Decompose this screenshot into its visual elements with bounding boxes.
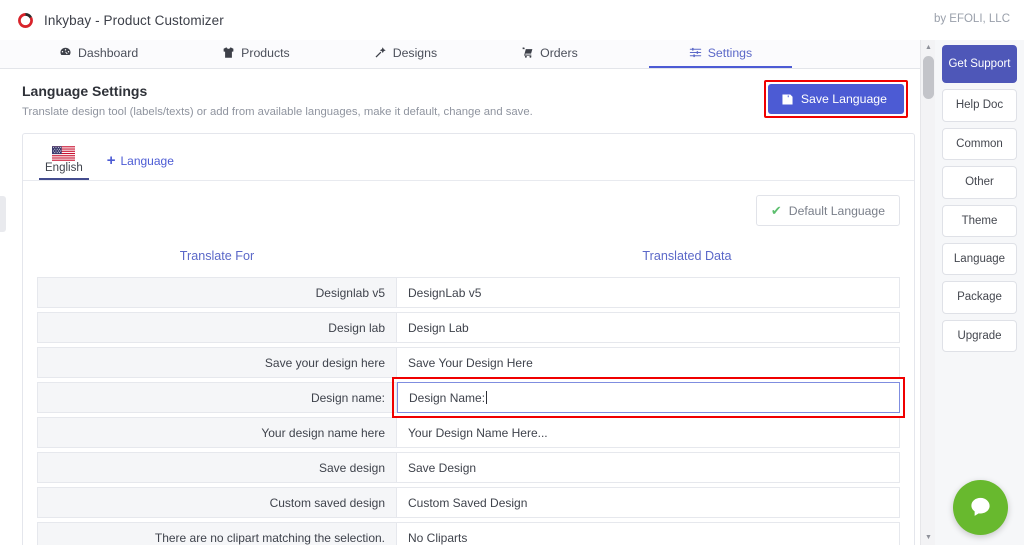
tab-orders-label: Orders xyxy=(540,45,578,60)
floppy-save-icon xyxy=(782,93,793,105)
tab-dashboard[interactable]: Dashboard xyxy=(46,39,151,68)
check-icon: ✔ xyxy=(770,203,782,218)
default-language-button[interactable]: ✔ Default Language xyxy=(755,195,900,226)
row-value-input-focused[interactable]: Design Name: xyxy=(392,377,905,418)
row-value-input[interactable]: Save Your Design Here xyxy=(397,347,900,378)
table-row[interactable]: There are no clipart matching the select… xyxy=(37,522,900,545)
row-key: Save your design here xyxy=(37,347,397,378)
inkybay-swirl-logo-icon xyxy=(18,12,33,28)
page-header: Language Settings Translate design tool … xyxy=(0,69,930,127)
top-bar: Inkybay - Product Customizer by EFOLI, L… xyxy=(0,0,1024,40)
rail-button-common[interactable]: Common xyxy=(942,127,1017,161)
chat-widget-button[interactable] xyxy=(953,480,1008,535)
dashboard-icon xyxy=(60,47,71,56)
add-language-label: Language xyxy=(120,153,174,168)
row-value-input[interactable]: Custom Saved Design xyxy=(397,487,900,518)
scroll-up-arrow-icon[interactable]: ▲ xyxy=(921,40,936,55)
chat-bubble-icon xyxy=(971,497,990,516)
page-title: Language Settings xyxy=(22,83,148,99)
cart-icon xyxy=(522,47,533,58)
row-key: Save design xyxy=(37,452,397,483)
nav-tabs: Dashboard Products Designs Orders Settin… xyxy=(0,39,793,68)
support-rail: Get Support Help Doc Common Other Theme … xyxy=(935,40,1024,545)
main-nav: Dashboard Products Designs Orders Settin… xyxy=(0,40,930,69)
left-edge-handle xyxy=(0,196,6,232)
add-language-button[interactable]: + Language xyxy=(107,153,174,180)
row-key: Designlab v5 xyxy=(37,277,397,308)
save-language-highlight: Save Language xyxy=(763,80,908,118)
row-value-text: Design Name: xyxy=(409,390,486,405)
scrollbar-thumb[interactable] xyxy=(923,56,934,99)
tab-products[interactable]: Products xyxy=(209,39,303,68)
save-language-button[interactable]: Save Language xyxy=(767,84,904,114)
row-value-input[interactable]: Design Lab xyxy=(397,312,900,343)
us-flag-icon xyxy=(52,146,76,161)
translations-table-body: Designlab v5 DesignLab v5 Design lab Des… xyxy=(37,277,905,545)
table-row[interactable]: Save your design here Save Your Design H… xyxy=(37,347,900,378)
app-window: Inkybay - Product Customizer by EFOLI, L… xyxy=(0,0,1024,545)
tab-designs-label: Designs xyxy=(392,45,438,60)
text-cursor xyxy=(486,390,488,404)
save-language-label: Save Language xyxy=(800,92,887,106)
tab-dashboard-label: Dashboard xyxy=(78,45,139,60)
rail-button-theme[interactable]: Theme xyxy=(942,204,1017,237)
default-language-label: Default Language xyxy=(788,203,885,218)
row-value-input[interactable]: DesignLab v5 xyxy=(397,277,900,308)
table-row[interactable]: Design lab Design Lab xyxy=(37,312,900,343)
red-highlight-box: Save Language xyxy=(763,80,908,118)
default-language-row: ✔ Default Language xyxy=(37,195,900,239)
column-header-translate-for: Translate For xyxy=(179,249,255,263)
page-subtitle: Translate design tool (labels/texts) or … xyxy=(22,106,533,118)
table-row[interactable]: Save design Save Design xyxy=(37,452,900,483)
rail-button-help-doc[interactable]: Help Doc xyxy=(942,89,1017,122)
row-key: Custom saved design xyxy=(37,487,397,518)
row-key: Design lab xyxy=(37,312,397,343)
tshirt-icon xyxy=(223,47,234,58)
language-tab-english[interactable]: English xyxy=(39,146,89,180)
tab-products-label: Products xyxy=(241,45,290,60)
rail-button-get-support[interactable]: Get Support xyxy=(942,45,1017,84)
table-row[interactable]: Your design name here Your Design Name H… xyxy=(37,417,900,448)
language-tab-english-label: English xyxy=(45,162,83,174)
row-key: Design name: xyxy=(37,382,397,413)
card-body: ✔ Default Language Translate For Transla… xyxy=(23,181,914,545)
vertical-scrollbar[interactable]: ▲ ▼ xyxy=(920,40,935,545)
tab-designs[interactable]: Designs xyxy=(361,39,450,68)
language-card: English + Language ✔ Default Language Tr… xyxy=(22,133,915,545)
tab-orders[interactable]: Orders xyxy=(508,39,591,68)
magic-wand-icon xyxy=(375,47,386,58)
tab-settings[interactable]: Settings xyxy=(648,39,793,68)
tab-settings-label: Settings xyxy=(707,45,753,60)
row-key: Your design name here xyxy=(37,417,397,448)
table-column-headers: Translate For Translated Data xyxy=(37,239,900,273)
plus-icon: + xyxy=(106,152,116,169)
scroll-down-arrow-icon[interactable]: ▼ xyxy=(921,530,936,545)
rail-button-package[interactable]: Package xyxy=(942,281,1017,314)
row-value-input[interactable]: Your Design Name Here... xyxy=(397,417,900,448)
rail-button-other[interactable]: Other xyxy=(942,166,1017,199)
table-row[interactable]: Designlab v5 DesignLab v5 xyxy=(37,277,900,308)
brand-title: Inkybay - Product Customizer xyxy=(44,12,224,28)
byline: by EFOLI, LLC xyxy=(933,13,1010,25)
brand: Inkybay - Product Customizer xyxy=(0,11,224,30)
row-value-input[interactable]: No Cliparts xyxy=(397,522,900,545)
table-row-focused[interactable]: Design name: Design Name: xyxy=(37,377,905,418)
language-tabs: English + Language xyxy=(23,134,914,181)
row-value-input[interactable]: Save Design xyxy=(397,452,900,483)
sliders-icon xyxy=(689,47,701,58)
translations-table: Designlab v5 DesignLab v5 Design lab Des… xyxy=(37,273,905,545)
rail-button-upgrade[interactable]: Upgrade xyxy=(942,319,1017,352)
row-key: There are no clipart matching the select… xyxy=(37,522,397,545)
rail-button-language[interactable]: Language xyxy=(942,242,1017,276)
column-header-translated-data: Translated Data xyxy=(642,249,732,263)
table-row[interactable]: Custom saved design Custom Saved Design xyxy=(37,487,900,518)
